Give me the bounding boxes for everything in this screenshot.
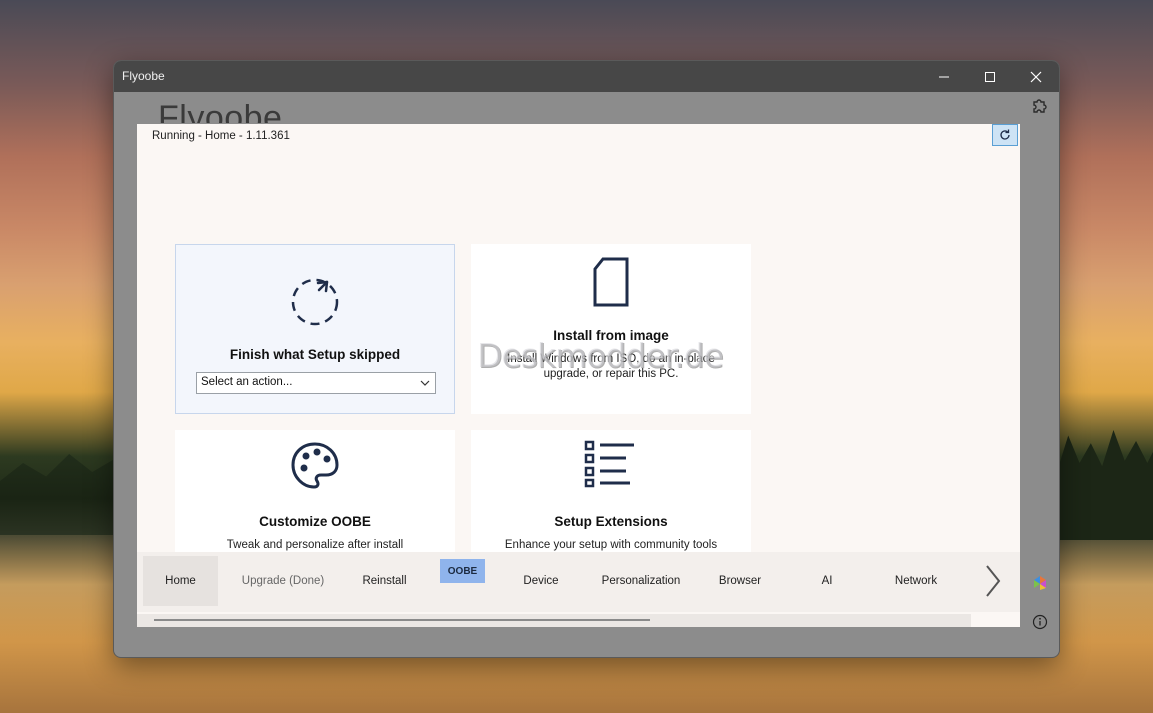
card-title: Setup Extensions [554, 514, 668, 529]
extensions-button[interactable] [1030, 97, 1048, 120]
nav-item-reinstall[interactable]: Reinstall [347, 556, 422, 606]
nav-item-ai[interactable]: AI [797, 556, 857, 606]
main-panel: Running - Home - 1.11.361 Finish what Se… [137, 124, 1020, 627]
minimize-button[interactable] [921, 61, 967, 92]
dashed-circle-arrow-icon [176, 273, 454, 327]
background-app-title: Flyoobe [158, 99, 283, 123]
nav-item-upgrade[interactable]: Upgrade (Done) [229, 556, 337, 606]
nav-item-personalization[interactable]: Personalization [589, 556, 693, 606]
maximize-button[interactable] [967, 61, 1013, 92]
refresh-icon [1000, 129, 1010, 140]
minimize-icon [939, 76, 949, 77]
action-select[interactable]: Select an action... [196, 372, 436, 394]
app-window: Flyoobe Flyoobe Running - Home - 1.11.36… [113, 60, 1060, 658]
nav-item-network[interactable]: Network [877, 556, 955, 606]
document-icon [471, 256, 751, 308]
horizontal-scrollbar[interactable] [137, 614, 971, 627]
card-install-from-image[interactable]: Install from image Install Windows from … [471, 244, 751, 414]
puzzle-icon [1033, 99, 1047, 113]
title-bar: Flyoobe [114, 61, 1059, 92]
card-title: Finish what Setup skipped [229, 347, 401, 362]
chevron-down-icon [420, 380, 430, 386]
close-icon [1030, 71, 1042, 82]
watermark: Deskmodder.de [477, 336, 724, 375]
copilot-button[interactable] [1031, 574, 1049, 597]
select-value: Select an action... [201, 376, 293, 388]
refresh-button[interactable] [992, 124, 1018, 146]
scrollbar-thumb[interactable] [154, 619, 650, 621]
info-icon [1032, 614, 1048, 630]
card-description: Enhance your setup with community tools [504, 539, 718, 551]
nav-item-device[interactable]: Device [507, 556, 575, 606]
checklist-icon [471, 440, 751, 488]
chevron-right-icon [986, 565, 1001, 597]
nav-item-browser[interactable]: Browser [705, 556, 775, 606]
nav-item-home[interactable]: Home [143, 556, 218, 606]
card-title: Customize OOBE [259, 514, 371, 529]
info-button[interactable] [1032, 614, 1048, 635]
status-text: Running - Home - 1.11.361 [152, 130, 290, 142]
copilot-icon [1034, 576, 1046, 590]
maximize-icon [985, 71, 995, 82]
nav-badge-oobe: OOBE [440, 559, 485, 583]
close-button[interactable] [1013, 61, 1059, 92]
window-title: Flyoobe [122, 69, 165, 83]
palette-icon [175, 440, 455, 492]
step-navigation: Home Upgrade (Done) Reinstall OOBE Devic… [137, 552, 1020, 612]
card-description: Tweak and personalize after install [226, 539, 404, 551]
nav-next-button[interactable] [973, 556, 1013, 606]
card-finish-setup[interactable]: Finish what Setup skipped Select an acti… [175, 244, 455, 414]
